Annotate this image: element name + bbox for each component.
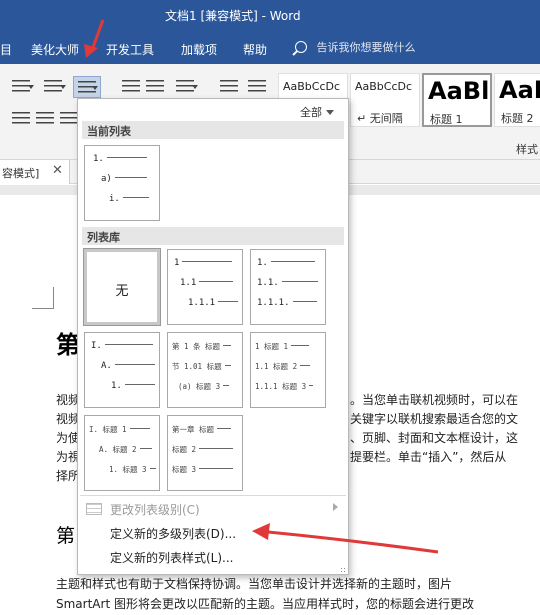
lightbulb-icon	[295, 41, 307, 53]
ribbon-tabs: 目 美化大师 开发工具 加载项 帮助 告诉我你想要做什么	[0, 32, 540, 64]
multilevel-list-menu: 全部 当前列表 1. a) i. 列表库 无 1 1.1 1.1.1 1. 1.…	[77, 98, 349, 575]
tab-meihua[interactable]: 美化大师	[31, 41, 79, 58]
list-library-roman[interactable]: I. A. 1.	[84, 332, 160, 408]
title-bar: 文档1 [兼容模式] - Word	[0, 0, 540, 32]
document-tab[interactable]: 容模式] ✕	[0, 160, 70, 184]
list-library-heading-roman[interactable]: I. 标题 1 A. 标题 2 1. 标题 3	[84, 415, 160, 491]
submenu-arrow-icon	[333, 503, 338, 511]
filter-all-dropdown[interactable]: 全部	[300, 104, 334, 120]
show-marks-button[interactable]	[244, 76, 272, 98]
change-list-level-item[interactable]: 更改列表级别(C)	[110, 501, 200, 518]
menu-separator	[80, 495, 346, 496]
close-icon[interactable]: ✕	[52, 163, 63, 178]
window-title: 文档1 [兼容模式] - Word	[165, 9, 301, 23]
doc-line: SmartArt 图形将会更改以匹配新的主题。当应用样式时，您的标题会进行更改	[56, 597, 474, 611]
define-new-multilevel-list-item[interactable]: 定义新的多级列表(D)...	[110, 525, 236, 542]
doc-line: 。当您单击联机视频时，可以在	[350, 393, 519, 407]
tell-me-box[interactable]: 告诉我你想要做什么	[295, 39, 416, 55]
list-library-article-section[interactable]: 第 1 条 标题 节 1.01 标题 (a) 标题 3	[167, 332, 243, 408]
list-library-chapter[interactable]: 第一章 标题 标题 2 标题 3	[167, 415, 243, 491]
doc-line: 、页脚、封面和文本框设计，这	[350, 431, 519, 445]
style-no-spacing[interactable]: AaBbCcDc ↵ 无间隔	[350, 73, 420, 127]
tab-addins[interactable]: 加载项	[181, 41, 217, 58]
styles-group-label: 样式	[516, 143, 538, 156]
style-heading-1[interactable]: AaBl 标题 1	[422, 73, 492, 127]
tab-partial[interactable]: 目	[0, 41, 12, 58]
chinese-layout-button[interactable]	[172, 76, 200, 98]
margin-corner-mark	[32, 287, 54, 309]
doc-line: 主题和样式也有助于文档保持协调。当您单击设计并选择新的主题时，图片	[56, 577, 453, 591]
tell-me-text: 告诉我你想要做什么	[316, 41, 416, 54]
current-list-header: 当前列表	[82, 121, 344, 139]
document-tab-label: 容模式]	[2, 167, 40, 180]
list-library-numeric[interactable]: 1 1.1 1.1.1	[167, 249, 243, 325]
tab-help[interactable]: 帮助	[243, 41, 267, 58]
define-new-list-style-item[interactable]: 定义新的列表样式(L)...	[110, 549, 234, 566]
numbering-button[interactable]	[40, 76, 68, 98]
doc-heading-2: 第	[56, 525, 76, 547]
resize-grip[interactable]	[340, 567, 346, 573]
increase-indent-button[interactable]	[142, 76, 170, 98]
style-heading-2[interactable]: AaBl 标题 2	[494, 73, 540, 127]
bullets-button[interactable]	[8, 76, 36, 98]
doc-line: 提要栏。单击“插入”，然后从	[350, 450, 507, 464]
list-library-numeric-dot[interactable]: 1. 1.1. 1.1.1.	[250, 249, 326, 325]
list-library-heading-numeric[interactable]: 1 标题 1 1.1 标题 2 1.1.1 标题 3	[250, 332, 326, 408]
change-level-icon	[86, 503, 102, 515]
doc-line: 关键字以联机搜索最适合您的文	[350, 412, 519, 426]
multilevel-list-button[interactable]	[73, 76, 101, 98]
sort-button[interactable]	[216, 76, 244, 98]
tab-developer[interactable]: 开发工具	[106, 41, 154, 58]
list-library-header: 列表库	[82, 227, 344, 245]
current-list-thumb[interactable]: 1. a) i.	[84, 145, 160, 221]
list-library-none[interactable]: 无	[83, 248, 161, 326]
